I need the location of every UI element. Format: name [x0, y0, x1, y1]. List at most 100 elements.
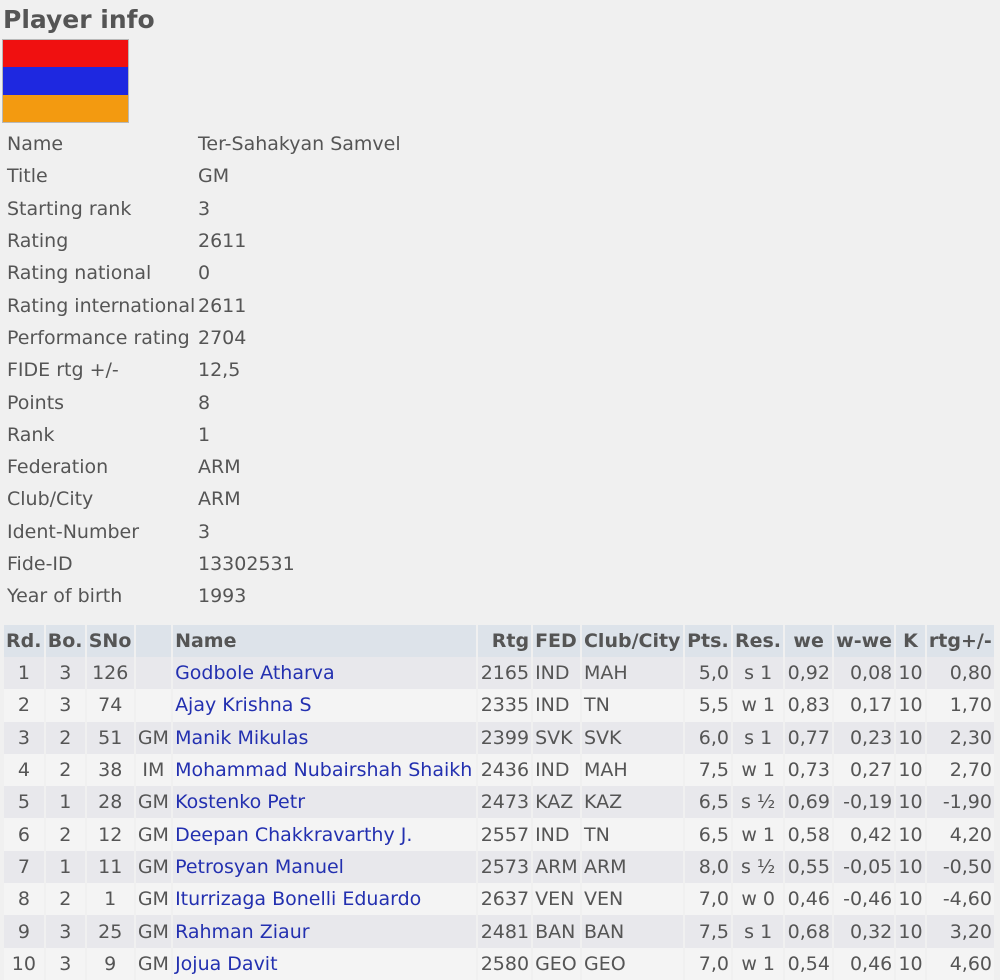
cell-federation: IND [533, 753, 580, 787]
cell-club-city: MAH [581, 753, 684, 787]
cell-w-we: 0,42 [833, 818, 895, 851]
cell-round: 8 [4, 883, 44, 916]
cell-title: GM [135, 915, 172, 948]
cell-rating-change: 4,20 [926, 818, 994, 851]
column-header-board: Bo. [45, 625, 85, 657]
cell-title: GM [135, 947, 172, 980]
info-value: 1 [198, 423, 211, 446]
cell-points: 7,5 [685, 915, 731, 948]
opponent-name-link[interactable]: Jojua Davit [175, 953, 277, 975]
cell-w-we: 0,17 [833, 689, 895, 722]
cell-name: Rahman Ziaur [173, 915, 477, 948]
cell-w-we: 0,46 [833, 947, 895, 980]
cell-result: w 1 [732, 689, 784, 722]
info-label: Year of birth [7, 585, 123, 608]
cell-club-city: BAN [581, 915, 684, 948]
cell-result: s 1 [732, 721, 784, 754]
info-label: Federation [7, 456, 109, 479]
cell-title: GM [135, 818, 172, 851]
cell-points: 5,5 [685, 689, 731, 722]
cell-federation: IND [533, 818, 580, 851]
info-row: Starting rank 3 [7, 193, 401, 225]
column-header-start-number: SNo [86, 625, 134, 657]
opponent-name-link[interactable]: Iturrizaga Bonelli Eduardo [175, 888, 421, 910]
info-label: Rating international [7, 294, 196, 317]
table-row: 3 2 51 GM Manik Mikulas 2399 SVK SVK 6,0 s 1 0,77 0… [4, 721, 994, 754]
info-label: Club/City [7, 488, 94, 511]
cell-club-city: GEO [581, 947, 684, 980]
info-label: Rating national [7, 262, 152, 285]
column-header-k-factor: K [896, 625, 925, 657]
cell-round: 1 [4, 657, 44, 690]
cell-round: 2 [4, 689, 44, 722]
cell-federation: SVK [533, 721, 580, 754]
cell-result: s 1 [732, 915, 784, 948]
info-row: Club/City ARM [7, 483, 401, 515]
cell-federation: BAN [533, 915, 580, 948]
cell-club-city: TN [581, 818, 684, 851]
info-value: ARM [198, 488, 241, 511]
cell-round: 4 [4, 753, 44, 787]
round-results-table: Rd. Bo. SNo Name Rtg FED Club/City Pts. Res. we w-… [2, 625, 996, 980]
info-label: Name [7, 133, 64, 156]
opponent-name-link[interactable]: Deepan Chakkravarthy J. [175, 824, 412, 846]
cell-start-number: 11 [86, 850, 134, 884]
cell-title: GM [135, 786, 172, 819]
info-value: 2611 [198, 294, 247, 317]
opponent-name-link[interactable]: Ajay Krishna S [175, 694, 311, 716]
info-label: Performance rating [7, 326, 190, 349]
column-header-result: Res. [732, 625, 784, 657]
cell-we: 0,73 [785, 753, 832, 787]
info-label: Points [7, 391, 65, 414]
info-label: FIDE rtg +/- [7, 359, 119, 382]
cell-k-factor: 10 [896, 786, 925, 819]
flag-stripe-blue [3, 67, 128, 95]
cell-rating-change: 3,20 [926, 915, 994, 948]
cell-we: 0,58 [785, 818, 832, 851]
cell-k-factor: 10 [896, 657, 925, 690]
cell-rating: 2473 [478, 786, 532, 819]
cell-board: 3 [45, 915, 85, 948]
info-row: Fide-ID 13302531 [7, 548, 401, 580]
cell-rating-change: -4,60 [926, 883, 994, 916]
cell-w-we: 0,27 [833, 753, 895, 787]
opponent-name-link[interactable]: Rahman Ziaur [175, 921, 310, 943]
column-header-points: Pts. [685, 625, 731, 657]
cell-start-number: 126 [86, 657, 134, 690]
cell-name: Manik Mikulas [173, 721, 477, 754]
cell-title [135, 689, 172, 722]
table-row: 6 2 12 GM Deepan Chakkravarthy J. 2557 IND TN 6,… [4, 818, 994, 851]
cell-k-factor: 10 [896, 947, 925, 980]
info-value: 12,5 [198, 359, 241, 382]
info-row: Ident-Number 3 [7, 516, 401, 548]
table-row: 4 2 38 IM Mohammad Nubairshah Shaikh 2436 IND M… [4, 753, 994, 787]
cell-we: 0,83 [785, 689, 832, 722]
column-header-rating: Rtg [478, 625, 532, 657]
cell-federation: VEN [533, 883, 580, 916]
opponent-name-link[interactable]: Petrosyan Manuel [175, 856, 344, 878]
info-value: 13302531 [198, 553, 295, 575]
cell-club-city: VEN [581, 883, 684, 916]
page-title: Player info [3, 5, 155, 34]
cell-board: 3 [45, 689, 85, 722]
cell-club-city: MAH [581, 657, 684, 690]
cell-points: 8,0 [685, 850, 731, 884]
opponent-name-link[interactable]: Manik Mikulas [175, 727, 308, 749]
opponent-name-link[interactable]: Kostenko Petr [175, 791, 305, 813]
opponent-name-link[interactable]: Godbole Atharva [175, 662, 335, 684]
info-value: Ter-Sahakyan Samvel [198, 133, 401, 156]
cell-rating: 2399 [478, 721, 532, 754]
cell-k-factor: 10 [896, 883, 925, 916]
cell-start-number: 74 [86, 689, 134, 722]
cell-rating-change: 4,60 [926, 947, 994, 980]
opponent-name-link[interactable]: Mohammad Nubairshah Shaikh [175, 759, 472, 781]
cell-rating-change: 0,80 [926, 657, 994, 690]
info-label: Title [7, 165, 48, 188]
cell-points: 5,0 [685, 657, 731, 690]
cell-title: GM [135, 850, 172, 884]
cell-name: Godbole Atharva [173, 657, 477, 690]
cell-result: w 1 [732, 947, 784, 980]
cell-points: 7,0 [685, 883, 731, 916]
cell-rating: 2335 [478, 689, 532, 722]
cell-board: 1 [45, 786, 85, 819]
